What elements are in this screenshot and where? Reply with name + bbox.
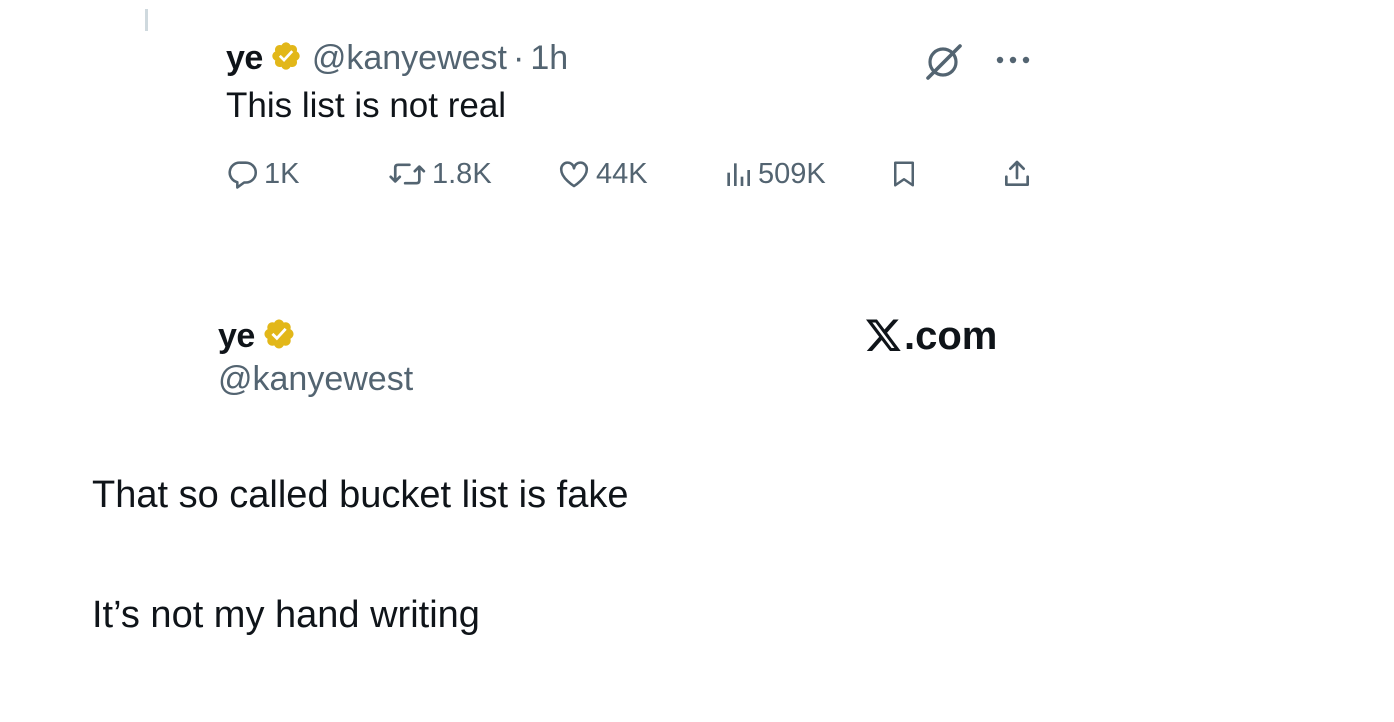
reply-count: 1K — [264, 157, 300, 190]
reply-button[interactable]: 1K — [226, 154, 299, 194]
card-name-row: ye — [218, 314, 296, 358]
grok-icon[interactable] — [920, 40, 966, 84]
card-user-handle: @kanyewest — [218, 360, 414, 398]
card-text-line-1: That so called bucket list is fake — [92, 474, 629, 516]
verified-badge-icon — [262, 317, 296, 356]
share-icon — [1001, 157, 1033, 191]
user-handle[interactable]: @kanyewest — [312, 39, 507, 78]
tweet-header: ye @kanyewest · 1h — [226, 38, 568, 78]
views-button[interactable]: 509K — [722, 154, 826, 194]
like-count: 44K — [596, 157, 648, 190]
x-logo-icon — [866, 319, 904, 353]
reply-icon — [226, 157, 260, 191]
separator-dot: · — [512, 38, 525, 77]
timestamp[interactable]: 1h — [530, 39, 568, 78]
brand-domain-suffix: .com — [904, 313, 998, 358]
thread-connector-line — [145, 9, 148, 31]
like-button[interactable]: 44K — [556, 154, 648, 194]
card-display-name: ye — [218, 316, 255, 355]
heart-icon — [556, 157, 592, 191]
display-name[interactable]: ye — [226, 39, 263, 78]
more-icon[interactable] — [994, 52, 1034, 68]
share-button[interactable] — [1001, 154, 1033, 194]
bookmark-button[interactable] — [889, 154, 919, 194]
card-text-line-2: It’s not my hand writing — [92, 594, 480, 636]
views-count: 509K — [758, 157, 826, 190]
x-brand: .com — [866, 312, 997, 360]
repost-button[interactable]: 1.8K — [388, 154, 492, 194]
repost-count: 1.8K — [432, 157, 492, 190]
verified-badge-icon[interactable] — [270, 40, 302, 77]
tweet-text: This list is not real — [226, 86, 507, 125]
bookmark-icon — [889, 157, 919, 191]
views-chart-icon — [722, 157, 754, 191]
repost-icon — [388, 157, 428, 191]
